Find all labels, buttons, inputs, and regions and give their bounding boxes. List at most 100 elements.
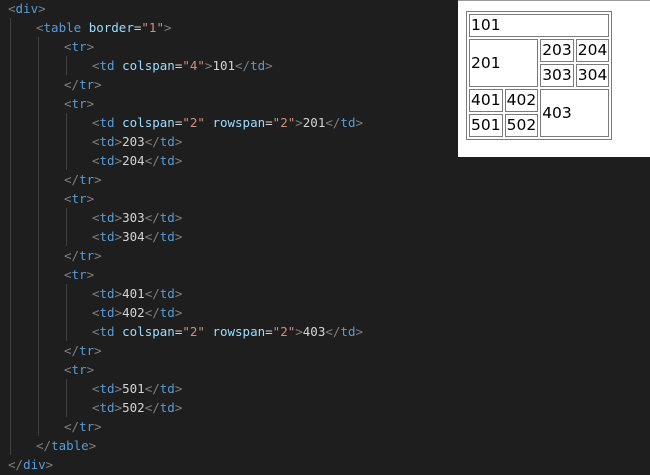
code-line[interactable]: <td colspan="2" rowspan="2">201</td> [92,113,363,132]
code-line[interactable]: <td colspan="2" rowspan="2">403</td> [92,322,363,341]
code-token: colspan [122,58,175,73]
table-cell: 203 [540,39,574,62]
code-line[interactable]: <tr> [64,37,94,56]
code-token: </ [36,438,52,453]
code-token: 304 [122,229,145,244]
table-cell: 303 [540,64,574,87]
code-token: > [295,324,303,339]
table-cell: 101 [469,14,610,37]
code-token: > [114,400,123,415]
code-token: tr [71,267,87,282]
code-token: < [92,286,100,301]
code-line[interactable]: <tr> [64,189,94,208]
code-line[interactable]: <table border="1"> [36,18,172,37]
code-token: > [94,77,102,92]
code-token: 403 [302,324,326,339]
code-token: > [94,248,102,263]
code-token: < [8,1,16,16]
code-line[interactable]: </tr> [64,417,102,436]
code-line[interactable]: <td>304</td> [92,227,182,246]
indent-guide [66,113,67,170]
code-line[interactable]: <td>502</td> [92,398,182,417]
code-token: > [295,115,303,130]
code-token: < [92,210,100,225]
code-token: > [38,1,46,16]
code-token: 101 [212,58,236,73]
code-token: 402 [122,305,145,320]
code-line[interactable]: <td>303</td> [92,208,182,227]
code-token: rowspan [212,324,266,339]
code-line[interactable]: </tr> [64,75,102,94]
code-token: tr [71,191,87,206]
code-token: tr [71,39,87,54]
code-token: td [159,400,175,415]
code-token: td [99,153,115,168]
code-line[interactable]: <td>501</td> [92,379,182,398]
code-line[interactable]: <tr> [64,360,94,379]
code-token: td [340,324,356,339]
code-token: < [92,305,100,320]
code-token: border [88,20,134,35]
code-token: td [159,229,175,244]
table-row: 101 [469,14,610,37]
indent-guide [66,284,67,341]
code-token: td [99,305,115,320]
code-token: td [99,58,115,73]
code-token: </ [64,343,80,358]
code-token: "2" [182,115,205,130]
code-token: > [174,229,183,244]
code-token: tr [79,419,95,434]
code-token: 401 [122,286,145,301]
code-token: > [174,400,183,415]
code-token: td [159,153,175,168]
table-cell: 403 [540,89,610,137]
code-line[interactable]: <tr> [64,94,94,113]
code-line[interactable]: </table> [36,436,96,455]
code-token: </ [8,457,24,472]
browser-preview: 101 201 203 204 303 304 401 402 403 501 502 [458,0,650,157]
code-line[interactable]: </div> [8,455,53,474]
code-token: </ [325,115,341,130]
code-line[interactable]: </tr> [64,341,102,360]
code-token: > [94,172,102,187]
code-token: td [159,134,175,149]
code-token: > [114,210,123,225]
code-line[interactable]: <div> [8,0,46,18]
code-token: > [174,381,183,396]
table-cell: 401 [469,89,503,112]
code-line[interactable]: <td>402</td> [92,303,182,322]
code-token: > [88,438,97,453]
code-token: < [92,381,100,396]
code-token: < [36,20,44,35]
code-token: > [114,286,123,301]
code-line[interactable]: </tr> [64,170,102,189]
code-token: 204 [122,153,145,168]
code-token: div [15,1,39,16]
code-token: td [159,210,175,225]
code-token: tr [71,96,87,111]
code-token: </ [144,286,160,301]
code-token: td [159,286,175,301]
code-line[interactable]: <td colspan="4">101</td> [92,56,273,75]
code-line[interactable]: <td>401</td> [92,284,182,303]
code-token: < [64,267,72,282]
code-token: td [99,134,115,149]
code-line[interactable]: <tr> [64,265,94,284]
code-line[interactable]: </tr> [64,246,102,265]
code-token: td [99,286,115,301]
code-token: </ [144,134,160,149]
code-line[interactable]: <td>203</td> [92,132,182,151]
code-token: </ [64,419,80,434]
code-token: > [163,20,172,35]
code-token: tr [79,77,95,92]
code-token: > [174,286,183,301]
code-token: > [94,343,102,358]
code-token: > [114,153,123,168]
code-token: > [86,191,95,206]
code-line[interactable]: <td>204</td> [92,151,182,170]
code-token: td [99,381,115,396]
code-token: rowspan [212,115,266,130]
